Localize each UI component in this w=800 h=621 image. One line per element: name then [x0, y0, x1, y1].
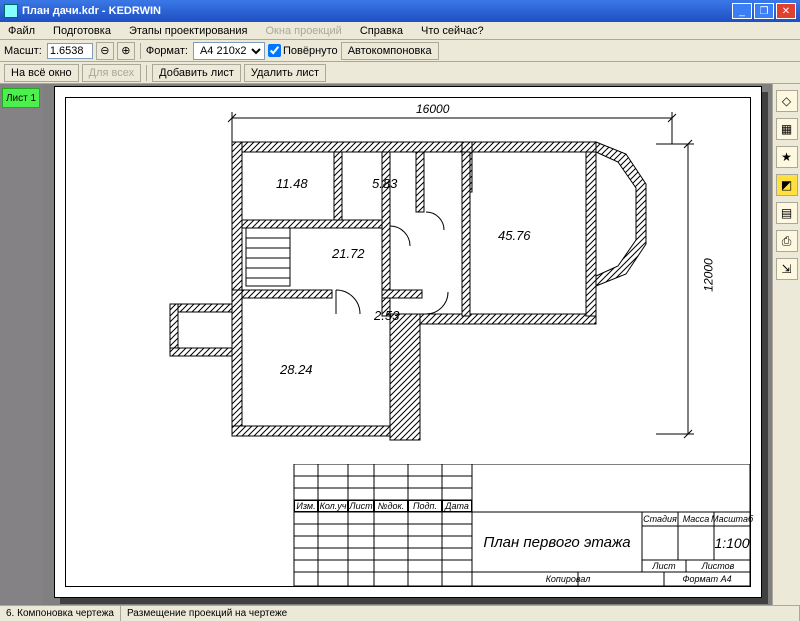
menu-file[interactable]: Файл: [4, 24, 39, 38]
tb-lists: Листов: [686, 560, 750, 572]
title-block: Изм. Кол.уч Лист №док. Подп. Дата План п…: [64, 464, 750, 586]
tool-icon-5[interactable]: ▤: [776, 202, 798, 224]
zoom-in-icon: ⊕: [121, 44, 130, 57]
room-area-1: 11.48: [276, 176, 308, 191]
window-title: План дачи.kdr - KEDRWIN: [22, 5, 732, 17]
status-2: Размещение проекций на чертеже: [121, 606, 800, 621]
format-label: Формат:: [146, 45, 188, 57]
sheet-tab-1[interactable]: Лист 1: [2, 88, 40, 108]
drawing-title: План первого этажа: [472, 512, 642, 572]
room-area-3: 21.72: [332, 246, 365, 261]
menubar: Файл Подготовка Этапы проектирования Окн…: [0, 22, 800, 40]
zoom-out-button[interactable]: ⊖: [96, 42, 114, 60]
minimize-button[interactable]: _: [732, 3, 752, 19]
room-area-2: 5.83: [372, 176, 397, 191]
toolbar-2: На всё окно Для всех Добавить лист Удали…: [0, 62, 800, 84]
tb-copied: Копировал: [472, 572, 664, 586]
sheet-tabs: Лист 1: [0, 84, 42, 605]
workspace: Лист 1: [0, 84, 800, 605]
format-select[interactable]: A4 210x297: [193, 42, 265, 60]
tb-stage: Стадия: [642, 512, 678, 526]
tb-list2: Лист: [642, 560, 686, 572]
room-area-5: 2.53: [374, 308, 399, 323]
tool-icon-2[interactable]: ▦: [776, 118, 798, 140]
toolbar-1: Масшт: ⊖ ⊕ Формат: A4 210x297 Повёрнуто …: [0, 40, 800, 62]
tb-format: Формат А4: [664, 572, 750, 586]
maximize-button[interactable]: ❐: [754, 3, 774, 19]
titlebar: План дачи.kdr - KEDRWIN _ ❐ ✕: [0, 0, 800, 22]
zoom-in-button[interactable]: ⊕: [117, 42, 135, 60]
autoarrange-button[interactable]: Автокомпоновка: [341, 42, 439, 60]
tool-icon-7[interactable]: ⇲: [776, 258, 798, 280]
tool-icon-4[interactable]: ◩: [776, 174, 798, 196]
zoom-out-icon: ⊖: [100, 44, 109, 57]
menu-now[interactable]: Что сейчас?: [417, 24, 488, 38]
statusbar: 6. Компоновка чертежа Размещение проекци…: [0, 605, 800, 621]
canvas[interactable]: 16000 12000 11.48 5.83 21.72 45.76 2.53 …: [42, 84, 772, 605]
paper-sheet: 16000 12000 11.48 5.83 21.72 45.76 2.53 …: [54, 86, 762, 598]
rotated-label: Повёрнуто: [283, 45, 338, 57]
tb-data: Дата: [442, 500, 472, 512]
room-area-4: 45.76: [498, 228, 531, 243]
fit-window-button[interactable]: На всё окно: [4, 64, 79, 82]
rotated-check[interactable]: Повёрнуто: [268, 44, 338, 57]
del-sheet-button[interactable]: Удалить лист: [244, 64, 326, 82]
paper-frame: 16000 12000 11.48 5.83 21.72 45.76 2.53 …: [65, 97, 751, 587]
close-button[interactable]: ✕: [776, 3, 796, 19]
right-toolbar: ◇ ▦ ★ ◩ ▤ ⎙ ⇲: [772, 84, 800, 605]
tb-mass: Масса: [678, 512, 714, 526]
tb-scale-val: 1:100: [714, 526, 750, 560]
tool-icon-3[interactable]: ★: [776, 146, 798, 168]
window-buttons: _ ❐ ✕: [732, 3, 796, 19]
scale-input[interactable]: [47, 43, 93, 59]
tb-izm: Изм.: [294, 500, 318, 512]
menu-stages[interactable]: Этапы проектирования: [125, 24, 252, 38]
dim-width: 16000: [416, 102, 449, 116]
tool-icon-6[interactable]: ⎙: [776, 230, 798, 252]
separator: [140, 43, 141, 59]
dim-height: 12000: [702, 258, 716, 291]
menu-help[interactable]: Справка: [356, 24, 407, 38]
tool-icon-1[interactable]: ◇: [776, 90, 798, 112]
menu-projections: Окна проекций: [262, 24, 346, 38]
tb-list: Лист: [348, 500, 374, 512]
tb-scale-hdr: Масштаб: [714, 512, 750, 526]
app-icon: [4, 4, 18, 18]
rotated-checkbox[interactable]: [268, 44, 281, 57]
menu-prep[interactable]: Подготовка: [49, 24, 115, 38]
tb-ndoc: №док.: [374, 500, 408, 512]
status-1: 6. Компоновка чертежа: [0, 606, 121, 621]
tb-kol: Кол.уч: [318, 500, 348, 512]
floorplan-drawing: [136, 104, 696, 464]
add-sheet-button[interactable]: Добавить лист: [152, 64, 241, 82]
scale-label: Масшт:: [4, 45, 42, 57]
tb-podp: Подп.: [408, 500, 442, 512]
for-all-button: Для всех: [82, 64, 141, 82]
room-area-6: 28.24: [280, 362, 313, 377]
separator: [146, 65, 147, 81]
